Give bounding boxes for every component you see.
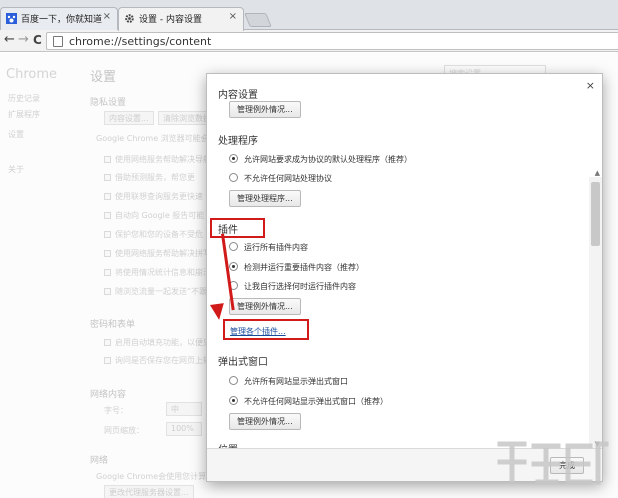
manage-plugins-link[interactable]: 管理各个插件... [230,326,286,337]
popups-heading: 弹出式窗口 [218,357,268,368]
back-arrow-icon[interactable]: ← [4,33,15,47]
manage-exceptions-button[interactable]: 管理例外情况... [229,101,301,118]
content-settings-dialog: × 内容设置 管理例外情况... 处理程序 允许网站要求成为协议的默认处理程序（… [206,73,603,482]
radio-icon [229,396,238,405]
tab-close-icon[interactable]: × [229,11,237,22]
radio-icon [229,262,238,271]
new-tab-button[interactable] [244,13,272,27]
watermark-logo [494,436,610,492]
radio-icon [229,242,238,251]
plugins-option-ask[interactable]: 让我自行选择何时运行插件内容 [229,281,356,292]
handlers-heading: 处理程序 [218,136,258,147]
plugins-option-detect[interactable]: 检测并运行重要插件内容（推荐） [229,262,364,273]
manage-exceptions-button[interactable]: 管理例外情况... [229,413,301,430]
tab-title: 百度一下，你就知道 [21,15,103,25]
radio-icon [229,376,238,385]
address-bar[interactable]: chrome://settings/content [46,32,618,50]
page-icon [53,36,63,47]
radio-icon [229,173,238,182]
handlers-option-deny[interactable]: 不允许任何网站处理协议 [229,173,332,184]
tab-baidu[interactable]: 百度一下，你就知道 × [0,7,118,31]
close-icon[interactable]: × [586,79,595,92]
scrollbar-thumb[interactable] [591,182,600,246]
tab-close-icon[interactable]: × [103,11,111,22]
address-url: chrome://settings/content [69,35,212,48]
popups-option-block[interactable]: 不允许任何网站显示弹出式窗口（推荐） [229,396,388,407]
tab-title: 设置 - 内容设置 [139,15,202,25]
forward-arrow-icon[interactable]: → [18,33,29,47]
dialog-title: 内容设置 [218,90,258,101]
manage-exceptions-button[interactable]: 管理例外情况... [229,298,301,315]
scroll-up-icon[interactable]: ▲ [595,169,600,177]
toolbar: ← → C chrome://settings/content [0,30,618,52]
radio-icon [229,154,238,163]
gear-icon [124,13,135,24]
baidu-paw-icon [6,13,17,24]
reload-icon[interactable]: C [33,33,42,47]
plugins-option-run-all[interactable]: 运行所有插件内容 [229,242,308,253]
tab-settings[interactable]: 设置 - 内容设置 × [118,7,244,31]
tab-strip: 百度一下，你就知道 × 设置 - 内容设置 × [0,0,618,31]
popups-option-allow[interactable]: 允许所有网站显示弹出式窗口 [229,376,348,387]
handlers-option-allow[interactable]: 允许网站要求成为协议的默认处理程序（推荐） [229,154,412,165]
manage-handlers-button[interactable]: 管理处理程序... [229,190,301,207]
